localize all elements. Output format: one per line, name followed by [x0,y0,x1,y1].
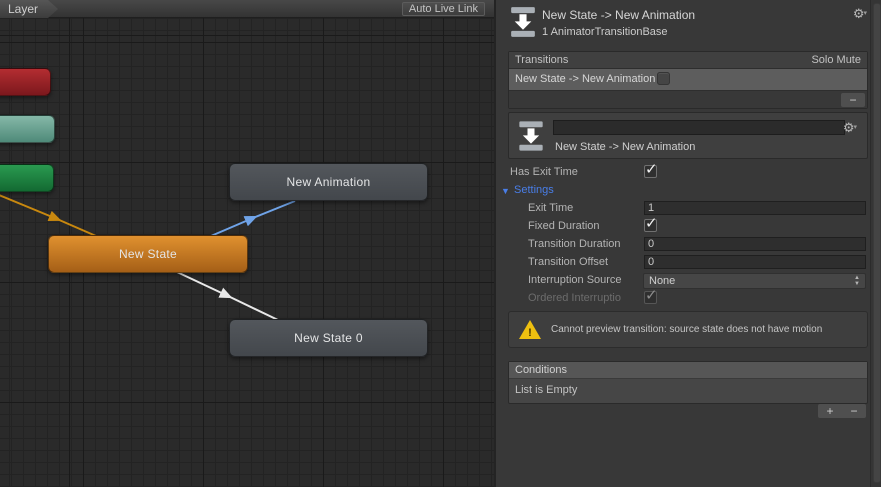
transitions-title: Transitions [515,54,569,66]
mute-column-label: Mute [836,54,861,66]
unity-animator-window: New Animation New State New State 0 Laye… [0,0,881,487]
exit-time-field[interactable]: 1 [644,201,866,215]
transition-duration-field[interactable]: 0 [644,237,866,251]
add-condition-button[interactable]: + [818,404,842,418]
exit-time-row: Exit Time 1 [496,201,881,217]
state-node-new-animation[interactable]: New Animation [229,163,428,201]
scrollbar-thumb[interactable] [873,3,881,483]
solo-column-label: Solo [811,54,834,66]
transition-duration-row: Transition Duration 0 [496,237,881,253]
transition-detail-header: ⚙ New State -> New Animation [508,112,868,159]
interruption-source-dropdown[interactable]: None ▲ ▼ [643,273,866,289]
edge-new-state-to-new-state-0[interactable] [176,271,279,321]
fixed-duration-label: Fixed Duration [528,220,600,232]
transitions-footer: − [509,90,867,108]
check-icon: ✓ [645,215,658,232]
inspector-title: New State -> New Animation [542,8,696,22]
edge-new-state-to-new-animation-selected[interactable] [210,200,296,237]
animator-graph-canvas[interactable]: New Animation New State New State 0 Laye… [0,0,494,487]
transition-detail-label: New State -> New Animation [555,141,696,153]
foldout-open-icon[interactable]: ▼ [501,184,510,199]
has-exit-time-label: Has Exit Time [510,166,578,178]
graph-toolbar: Layer Auto Live Link [0,0,494,18]
conditions-header: Conditions [509,362,867,379]
transition-row-selected[interactable]: New State -> New Animation [509,69,867,90]
check-icon: ✓ [645,287,658,304]
fixed-duration-row: Fixed Duration ✓ [496,215,881,235]
transition-offset-row: Transition Offset 0 [496,255,881,271]
state-node-green[interactable] [0,164,54,192]
inspector-subtitle: 1 AnimatorTransitionBase [542,26,668,38]
gear-icon[interactable]: ⚙ [843,121,857,134]
ordered-interruption-checkbox: ✓ [644,287,658,304]
transition-icon [511,7,535,37]
breadcrumb-label: Layer [8,2,39,16]
inspector-scrollbar[interactable] [870,0,881,487]
transition-offset-field[interactable]: 0 [644,255,866,269]
transitions-header: Transitions Solo Mute [509,52,867,69]
remove-transition-button[interactable]: − [841,93,865,107]
mute-checkbox[interactable] [657,72,670,85]
conditions-footer: + − [508,404,868,420]
check-icon: ✓ [645,161,658,178]
transition-name-input[interactable] [553,120,845,135]
warning-box: ! Cannot preview transition: source stat… [508,311,868,348]
has-exit-time-checkbox[interactable]: ✓ [644,161,658,178]
chevron-updown-icon: ▲ ▼ [854,275,860,287]
transition-duration-label: Transition Duration [528,238,621,250]
remove-condition-button[interactable]: − [842,404,866,418]
ordered-interruption-label: Ordered Interruptio [528,292,621,304]
warning-icon: ! [519,320,541,339]
state-node-new-state-0[interactable]: New State 0 [229,319,428,357]
transition-icon [519,121,543,151]
inspector-panel: New State -> New Animation 1 AnimatorTra… [494,0,881,487]
state-node-teal[interactable] [0,115,55,143]
ordered-interruption-row: Ordered Interruptio ✓ [496,287,881,307]
edge-entry-to-new-state[interactable] [0,193,97,237]
transition-offset-label: Transition Offset [528,256,609,268]
breadcrumb-layer[interactable]: Layer [0,0,58,18]
interruption-source-label: Interruption Source [528,274,622,286]
fixed-duration-checkbox[interactable]: ✓ [644,215,658,232]
settings-foldout-row[interactable]: ▼ Settings [496,183,881,199]
settings-label[interactable]: Settings [514,183,554,198]
warning-text: Cannot preview transition: source state … [551,324,823,335]
gear-icon[interactable]: ⚙ [853,7,867,20]
interruption-source-value: None [649,275,676,287]
auto-live-link-button[interactable]: Auto Live Link [401,2,485,16]
conditions-empty-row: List is Empty [515,384,578,396]
state-node-red[interactable] [0,68,51,96]
state-node-new-state[interactable]: New State [48,235,248,273]
conditions-panel: Conditions List is Empty [508,361,868,404]
transition-row-label: New State -> New Animation [515,73,656,85]
interruption-source-row: Interruption Source None ▲ ▼ [496,273,881,289]
transitions-panel: Transitions Solo Mute New State -> New A… [508,51,868,109]
exit-time-label: Exit Time [528,202,574,214]
has-exit-time-row: Has Exit Time ✓ [496,161,881,181]
